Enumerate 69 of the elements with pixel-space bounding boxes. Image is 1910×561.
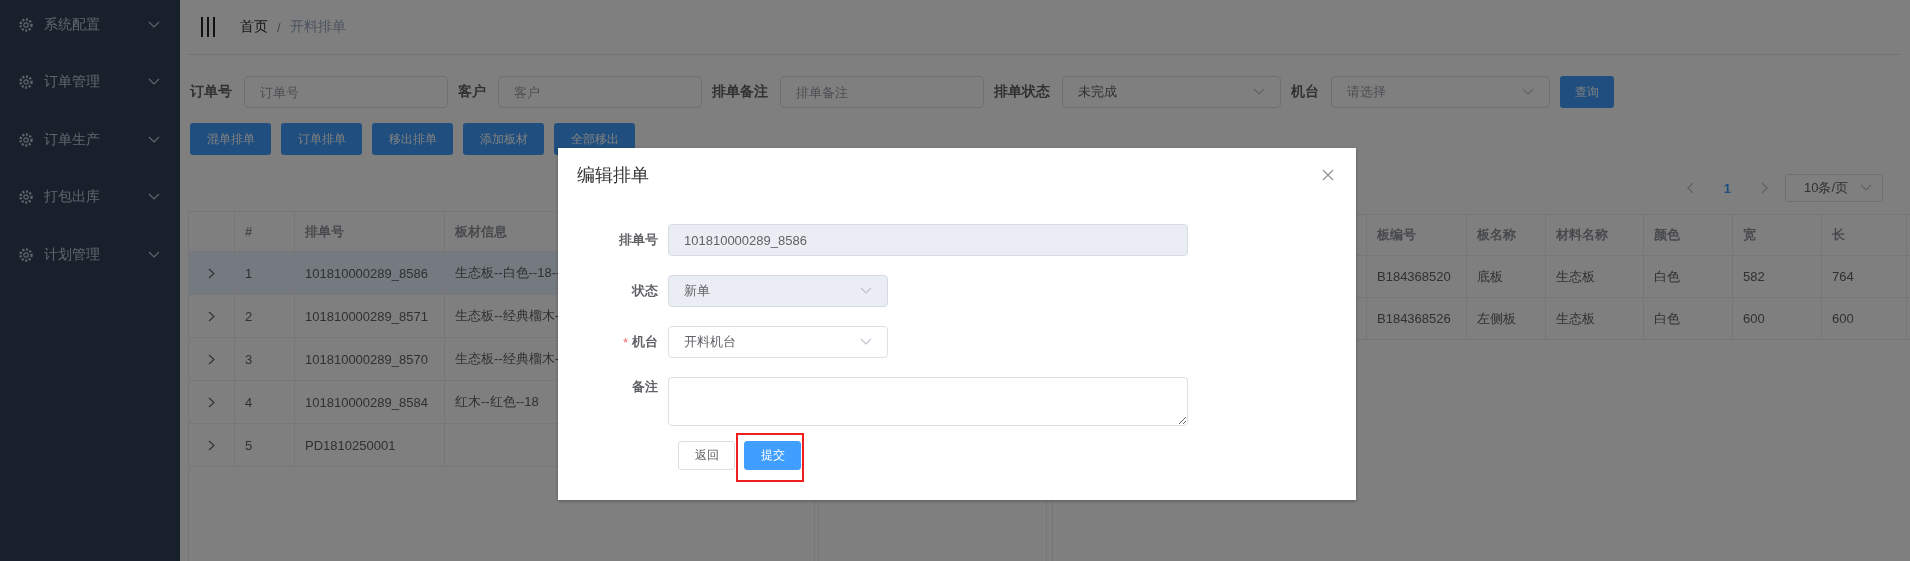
action-button[interactable]: 订单排单 bbox=[281, 123, 362, 155]
action-button[interactable]: 添加板材 bbox=[463, 123, 544, 155]
table-cell: 101810000289_8586 bbox=[305, 265, 428, 281]
chevron-down-icon bbox=[860, 338, 872, 346]
table-cell: 生态板--白色--18-- bbox=[455, 264, 561, 282]
sidebar-item[interactable]: 系统配置 bbox=[0, 0, 180, 54]
page-size-select[interactable]: 10条/页 bbox=[1785, 174, 1883, 202]
filter-label: 排单备注 bbox=[712, 83, 768, 101]
table-cell: 5 bbox=[245, 437, 253, 453]
table-cell: 左侧板 bbox=[1477, 309, 1516, 328]
gear-icon bbox=[18, 74, 34, 91]
filter-label: 订单号 bbox=[190, 83, 232, 101]
sidebar-item[interactable]: 订单管理 bbox=[0, 53, 180, 111]
page-number[interactable]: 1 bbox=[1723, 180, 1731, 196]
chevron-down-icon bbox=[1522, 88, 1534, 96]
action-button[interactable]: 移出排单 bbox=[372, 123, 453, 155]
back-button[interactable]: 返回 bbox=[678, 441, 735, 470]
table-cell: 生态板 bbox=[1556, 267, 1595, 286]
table-cell: 4 bbox=[245, 394, 253, 410]
table-cell: 1 bbox=[245, 265, 253, 281]
sidebar-item[interactable]: 打包出库 bbox=[0, 168, 180, 226]
chevron-down-icon bbox=[860, 287, 872, 295]
chevron-down-icon bbox=[1860, 184, 1872, 192]
table-cell: 红木--红色--18 bbox=[455, 393, 539, 411]
table-cell: 底板 bbox=[1477, 267, 1503, 286]
field-label: 备注 bbox=[632, 378, 658, 396]
gear-icon bbox=[18, 246, 34, 263]
filter-label: 机台 bbox=[1291, 83, 1319, 101]
breadcrumb-item[interactable]: 首页 bbox=[240, 18, 268, 36]
gear-icon bbox=[18, 16, 34, 33]
expand-icon[interactable] bbox=[208, 267, 215, 279]
column-header: # bbox=[245, 224, 253, 239]
table-cell: 生态板 bbox=[1556, 309, 1595, 328]
table-cell: 101810000289_8570 bbox=[305, 351, 428, 367]
filter-select[interactable]: 未完成 bbox=[1062, 76, 1281, 108]
dialog-title: 编辑排单 bbox=[577, 164, 649, 187]
filter-label: 客户 bbox=[458, 83, 486, 101]
search-button[interactable]: 查询 bbox=[1560, 76, 1614, 108]
close-icon[interactable] bbox=[1322, 169, 1334, 181]
breadcrumb-separator: / bbox=[277, 19, 281, 35]
expand-icon[interactable] bbox=[208, 353, 215, 365]
table-cell: 白色 bbox=[1654, 267, 1680, 286]
select-field[interactable]: 开料机台 bbox=[668, 326, 888, 358]
table-cell: 582 bbox=[1743, 269, 1765, 284]
action-button[interactable]: 混单排单 bbox=[190, 123, 271, 155]
table-cell: 白色 bbox=[1654, 309, 1680, 328]
table-cell: 600 bbox=[1832, 311, 1854, 326]
table-cell: B184368526 bbox=[1377, 311, 1451, 326]
filter-label: 排单状态 bbox=[994, 83, 1050, 101]
submit-button[interactable]: 提交 bbox=[744, 441, 801, 470]
gear-icon bbox=[18, 131, 34, 148]
table-cell: 600 bbox=[1743, 311, 1765, 326]
textarea-field[interactable] bbox=[668, 377, 1188, 426]
table-cell: PD1810250001 bbox=[305, 437, 396, 453]
table-cell: 101810000289_8584 bbox=[305, 394, 428, 410]
chevron-down-icon bbox=[1253, 88, 1265, 96]
field-label: 排单号 bbox=[619, 231, 658, 249]
expand-icon[interactable] bbox=[208, 439, 215, 451]
table-cell: B184368520 bbox=[1377, 269, 1451, 284]
gear-icon bbox=[18, 189, 34, 206]
expand-icon[interactable] bbox=[208, 396, 215, 408]
table-cell: 764 bbox=[1832, 269, 1854, 284]
expand-icon[interactable] bbox=[208, 310, 215, 322]
sidebar-item[interactable]: 订单生产 bbox=[0, 111, 180, 169]
menu-icon[interactable] bbox=[200, 17, 216, 37]
table-cell: 3 bbox=[245, 351, 253, 367]
sidebar-item[interactable]: 计划管理 bbox=[0, 226, 180, 284]
table-cell: 2 bbox=[245, 308, 253, 324]
table-cell: 101810000289_8571 bbox=[305, 308, 428, 324]
